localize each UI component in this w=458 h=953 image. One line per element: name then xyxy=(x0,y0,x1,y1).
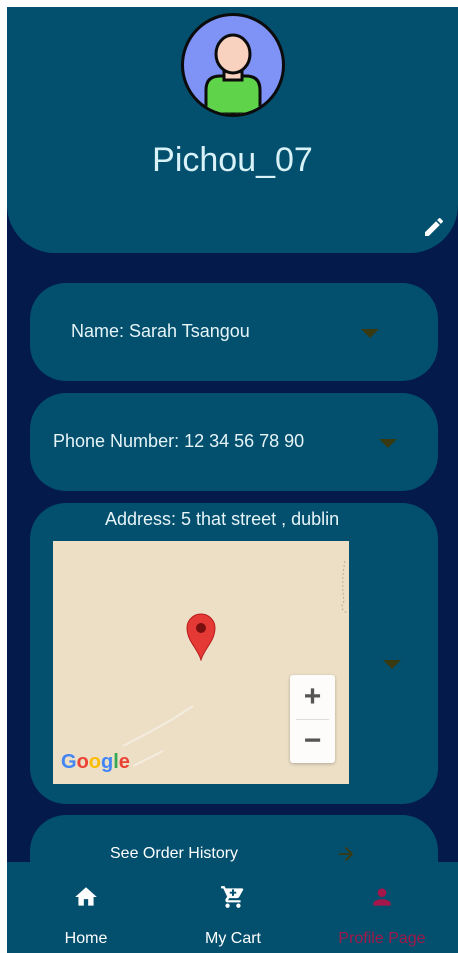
map-zoom-control: + − xyxy=(290,675,335,763)
bottom-navigation: Home My Cart Profile Page xyxy=(7,862,458,953)
nav-home-label: Home xyxy=(64,930,108,947)
name-text: Name: Sarah Tsangou xyxy=(71,321,250,341)
user-avatar-icon xyxy=(181,13,285,117)
nav-my-cart[interactable]: My Cart xyxy=(158,862,308,953)
phone-card[interactable]: Phone Number: 12 34 56 78 90 xyxy=(30,393,438,491)
nav-my-cart-label: My Cart xyxy=(205,930,261,947)
person-icon xyxy=(373,888,391,906)
google-logo-letter: o xyxy=(88,751,101,773)
profile-username: Pichou_07 xyxy=(152,141,313,179)
profile-header: Pichou_07 xyxy=(7,7,458,253)
profile-screen: Pichou_07 Name: Sarah Tsangou Phone Numb… xyxy=(7,7,458,953)
google-logo: Google xyxy=(61,751,130,774)
order-history-label: See Order History xyxy=(110,845,239,862)
name-card[interactable]: Name: Sarah Tsangou xyxy=(30,283,438,381)
name-dropdown-icon[interactable] xyxy=(361,329,379,338)
phone-dropdown-icon[interactable] xyxy=(379,439,397,448)
address-card[interactable]: Address: 5 that street , dublin + − Goog… xyxy=(30,503,438,804)
nav-home[interactable]: Home xyxy=(11,862,161,953)
cart-icon xyxy=(221,886,244,908)
nav-profile-page[interactable]: Profile Page xyxy=(307,862,457,953)
nav-profile-page-label: Profile Page xyxy=(338,930,426,947)
phone-text: Phone Number: 12 34 56 78 90 xyxy=(53,431,305,451)
google-logo-letter: o xyxy=(76,751,89,773)
google-logo-letter: e xyxy=(118,751,130,773)
home-icon xyxy=(75,887,97,906)
zoom-in-button[interactable]: + xyxy=(290,675,335,719)
address-text: Address: 5 that street , dublin xyxy=(105,509,340,529)
pencil-icon[interactable] xyxy=(422,215,446,239)
map-marker-icon[interactable] xyxy=(186,613,216,661)
google-logo-letter: g xyxy=(101,751,114,773)
address-map[interactable]: + − Google xyxy=(53,541,349,784)
zoom-out-button[interactable]: − xyxy=(290,719,335,763)
address-dropdown-icon[interactable] xyxy=(383,660,401,669)
google-logo-letter: G xyxy=(61,751,77,773)
